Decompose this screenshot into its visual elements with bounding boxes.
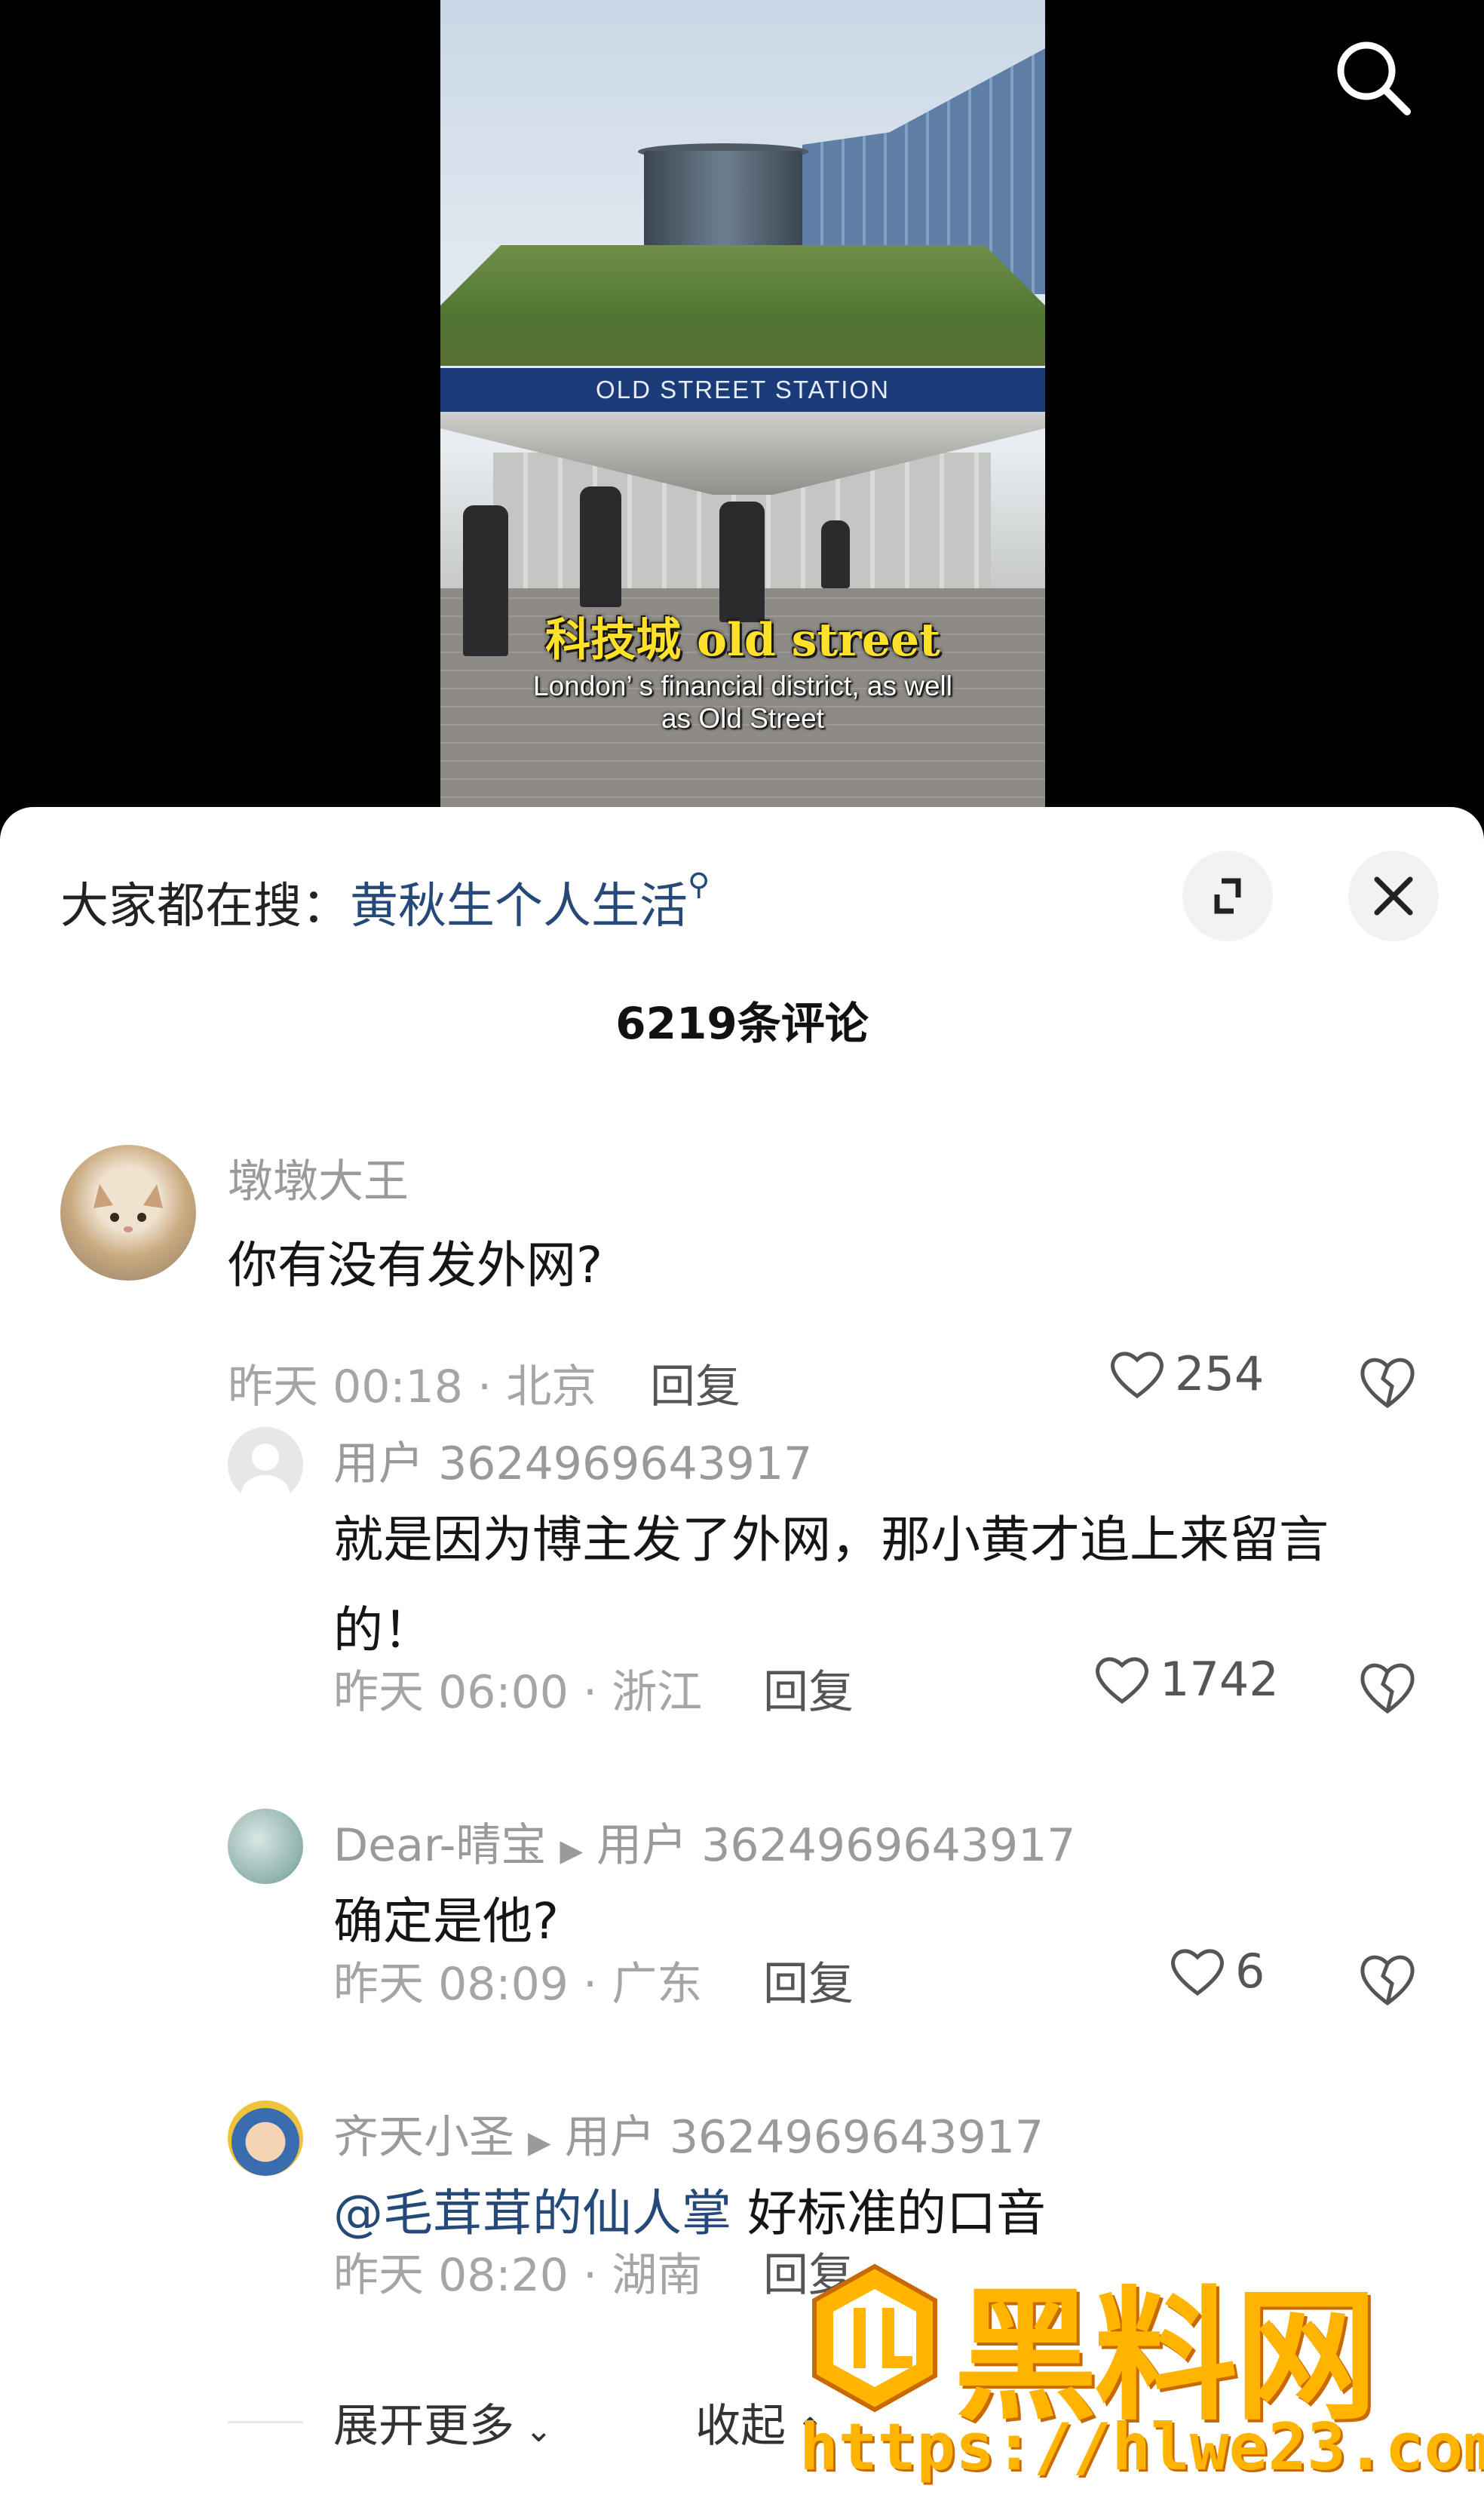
expand-button[interactable] [1182, 851, 1273, 941]
heart-icon [1111, 1351, 1164, 1398]
small-search-icon: ⚲ [688, 867, 710, 902]
video-frame: OLD STREET STATION 科技城 old street London… [440, 0, 1045, 815]
avatar[interactable] [228, 2100, 303, 2176]
like-button[interactable]: 1742 [1093, 1652, 1279, 1707]
avatar[interactable] [60, 1145, 196, 1281]
video-player[interactable]: OLD STREET STATION 科技城 old street London… [0, 0, 1484, 830]
reply-username[interactable]: 齐天小圣 [333, 2111, 514, 2164]
comment-text: 你有没有发外网? [228, 1236, 603, 1294]
expand-more-button[interactable]: 展开更多 ⌄ [333, 2389, 553, 2455]
expand-icon [1214, 878, 1241, 914]
like-button[interactable]: 254 [1108, 1346, 1264, 1401]
mention-link[interactable]: @毛茸茸的仙人掌 [333, 2184, 731, 2242]
reply-text: 就是因为博主发了外网，那小黄才追上来留言的！ [333, 1511, 1329, 1659]
close-icon [1374, 876, 1413, 916]
reply-button[interactable]: 回复 [763, 1655, 854, 1721]
dislike-icon[interactable] [1357, 1657, 1418, 1717]
reply-username-line: Dear-晴宝 ▶ 用户 3624969643917 [333, 1809, 1075, 1874]
comment-meta: 昨天 00:18 · 北京 [228, 1361, 597, 1413]
suggest-prefix: 大家都在搜： [60, 879, 350, 934]
heart-icon [1096, 1656, 1148, 1704]
station-sign: OLD STREET STATION [440, 368, 1045, 412]
default-user-icon [241, 1444, 290, 1502]
video-caption-en: London’ s financial district, as well as… [440, 670, 1045, 735]
collapse-label: 收起 [695, 2400, 786, 2453]
reply-button[interactable]: 回复 [763, 1947, 854, 2013]
suggest-keyword[interactable]: 黄秋生个人生活 [350, 879, 688, 934]
search-icon[interactable] [1332, 36, 1415, 119]
heart-icon [1171, 1948, 1224, 1996]
watermark: 黑料网 https://hlwe23.com [799, 2248, 1484, 2504]
watermark-url: https://hlwe23.com [799, 2410, 1484, 2485]
cat-avatar-icon [94, 1184, 163, 1232]
dislike-icon[interactable] [1357, 1949, 1418, 2009]
reply-target-username[interactable]: 用户 3624969643917 [565, 2111, 1044, 2164]
reply-meta: 昨天 08:09 · 广东 [333, 1958, 703, 2011]
reply-arrow-icon: ▶ [528, 2125, 551, 2160]
like-count: 1742 [1160, 1652, 1279, 1707]
reply-target-username[interactable]: 用户 3624969643917 [596, 1819, 1075, 1872]
like-count: 254 [1175, 1346, 1265, 1401]
watermark-logo-icon [812, 2263, 937, 2413]
search-suggestion[interactable]: 大家都在搜：黄秋生个人生活⚲ [60, 867, 710, 937]
reply-username-line: 齐天小圣 ▶ 用户 3624969643917 [333, 2100, 1044, 2166]
video-caption-cn: 科技城 old street [545, 614, 940, 667]
green-roof [440, 245, 1045, 366]
avatar[interactable] [228, 1427, 303, 1502]
expand-more-label: 展开更多 [333, 2400, 514, 2453]
avatar[interactable] [228, 1809, 303, 1884]
chevron-down-icon: ⌄ [514, 2411, 553, 2450]
comment-count: 6219条评论 [615, 998, 869, 1049]
reply-meta: 昨天 06:00 · 浙江 [333, 1666, 703, 1719]
pedestrian [821, 520, 850, 588]
reply-text: 好标准的口音 [747, 2184, 1046, 2242]
caption-en-line2: as Old Street [661, 703, 824, 734]
reply-button[interactable]: 回复 [650, 1350, 740, 1416]
divider [228, 2421, 303, 2423]
reply-arrow-icon: ▶ [560, 1833, 584, 1868]
pedestrian [580, 486, 621, 607]
reply-username[interactable]: Dear-晴宝 [333, 1819, 546, 1872]
dislike-icon[interactable] [1357, 1352, 1418, 1412]
caption-en-line1: London’ s financial district, as well [533, 670, 952, 701]
comment-username[interactable]: 墩墩大王 [228, 1145, 409, 1211]
like-count: 6 [1235, 1944, 1265, 1999]
reply-meta: 昨天 08:20 · 湖南 [333, 2249, 703, 2302]
reply-username[interactable]: 用户 3624969643917 [333, 1427, 812, 1493]
like-button[interactable]: 6 [1169, 1944, 1265, 1999]
close-button[interactable] [1348, 851, 1439, 941]
